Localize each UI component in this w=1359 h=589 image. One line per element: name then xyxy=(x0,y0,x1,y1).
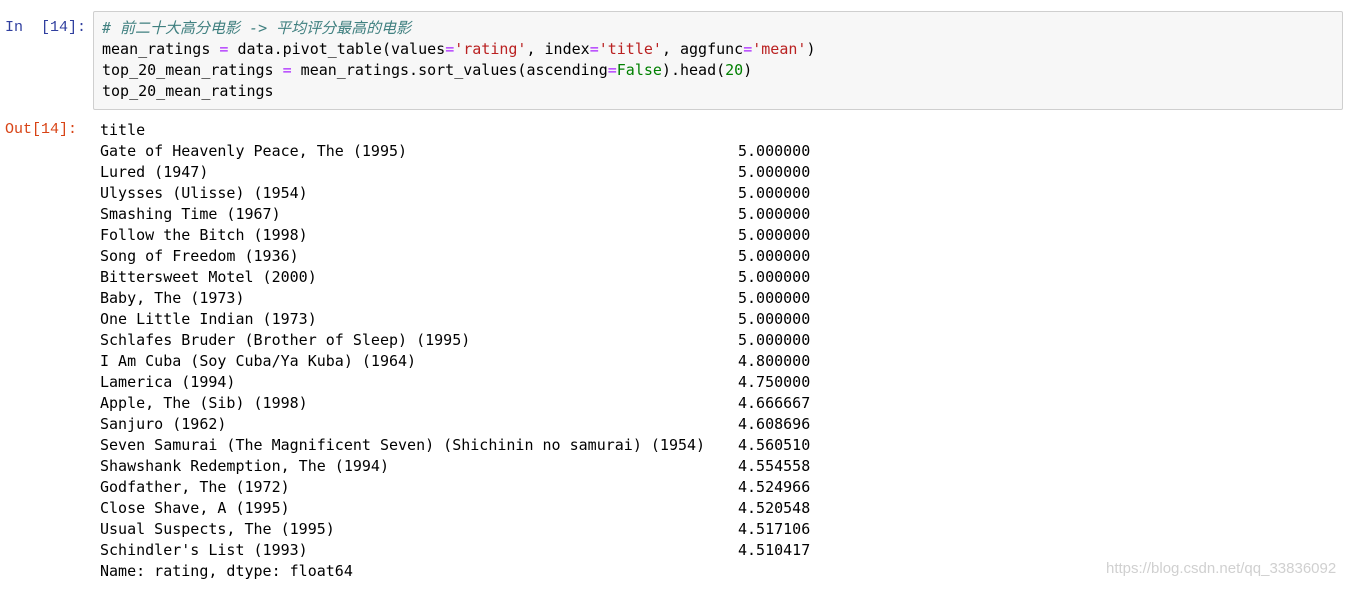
output-row: Baby, The (1973) 5.000000 xyxy=(100,288,810,309)
row-value: 5.000000 xyxy=(738,289,811,307)
output-row: Apple, The (Sib) (1998) 4.666667 xyxy=(100,393,810,414)
code-string: 'mean' xyxy=(752,40,807,58)
row-value: 5.000000 xyxy=(738,226,811,244)
row-value: 5.000000 xyxy=(738,163,811,181)
code-operator: = xyxy=(445,40,455,58)
output-row: Follow the Bitch (1998) 5.000000 xyxy=(100,225,810,246)
output-row: Lured (1947) 5.000000 xyxy=(100,162,810,183)
output-row: Close Shave, A (1995) 4.520548 xyxy=(100,498,810,519)
output-row: Sanjuro (1962) 4.608696 xyxy=(100,414,810,435)
code-number: 20 xyxy=(725,61,744,79)
output-row: Bittersweet Motel (2000) 5.000000 xyxy=(100,267,810,288)
code-token: ).head( xyxy=(661,61,726,79)
code-operator: = xyxy=(607,61,617,79)
output-footer: Name: rating, dtype: float64 xyxy=(100,562,353,580)
output-rows: Gate of Heavenly Peace, The (1995) 5.0000… xyxy=(100,141,810,561)
row-title: Usual Suspects, The (1995) xyxy=(100,520,335,538)
code-editor[interactable]: # 前二十大高分电影 -> 平均评分最高的电影 mean_ratings = da… xyxy=(102,18,815,102)
row-value: 4.520548 xyxy=(738,499,811,517)
row-title: I Am Cuba (Soy Cuba/Ya Kuba) (1964) xyxy=(100,352,417,370)
row-title: Follow the Bitch (1998) xyxy=(100,226,308,244)
output-row: Gate of Heavenly Peace, The (1995) 5.0000… xyxy=(100,141,810,162)
row-value: 4.524966 xyxy=(738,478,811,496)
output-header: title xyxy=(100,121,146,139)
row-title: Smashing Time (1967) xyxy=(100,205,281,223)
output-row: Smashing Time (1967) 5.000000 xyxy=(100,204,810,225)
row-title: Gate of Heavenly Peace, The (1995) xyxy=(100,142,408,160)
code-operator: = xyxy=(743,40,753,58)
row-value: 5.000000 xyxy=(738,310,811,328)
row-value: 5.000000 xyxy=(738,247,811,265)
row-title: Godfather, The (1972) xyxy=(100,478,290,496)
code-string: 'title' xyxy=(598,40,662,58)
out-prompt: Out[14]: xyxy=(5,121,78,138)
output-row: Schindler's List (1993) 4.510417 xyxy=(100,540,810,561)
row-title: Schlafes Bruder (Brother of Sleep) (1995… xyxy=(100,331,471,349)
code-operator: = xyxy=(282,61,292,79)
output-row: Shawshank Redemption, The (1994) 4.554558 xyxy=(100,456,810,477)
code-token: top_20_mean_ratings xyxy=(102,82,274,100)
row-value: 5.000000 xyxy=(738,331,811,349)
row-value: 4.517106 xyxy=(738,520,811,538)
row-value: 4.560510 xyxy=(738,436,811,454)
row-title: Sanjuro (1962) xyxy=(100,415,227,433)
row-value: 4.510417 xyxy=(738,541,811,559)
code-operator: = xyxy=(589,40,599,58)
row-title: Baby, The (1973) xyxy=(100,289,245,307)
row-value: 4.750000 xyxy=(738,373,811,391)
code-token: ) xyxy=(806,40,816,58)
output-row: Lamerica (1994) 4.750000 xyxy=(100,372,810,393)
code-comment: # 前二十大高分电影 -> 平均评分最高的电影 xyxy=(102,19,412,37)
code-token: mean_ratings.sort_values(ascending xyxy=(291,61,608,79)
in-prompt: In [14]: xyxy=(5,19,87,36)
output-row: One Little Indian (1973) 5.000000 xyxy=(100,309,810,330)
row-value: 5.000000 xyxy=(738,142,811,160)
row-value: 4.554558 xyxy=(738,457,811,475)
watermark: https://blog.csdn.net/qq_33836092 xyxy=(1106,560,1337,577)
row-title: Close Shave, A (1995) xyxy=(100,499,290,517)
output-row: I Am Cuba (Soy Cuba/Ya Kuba) (1964) 4.800… xyxy=(100,351,810,372)
output-row: Schlafes Bruder (Brother of Sleep) (1995… xyxy=(100,330,810,351)
output-row: Seven Samurai (The Magnificent Seven) (S… xyxy=(100,435,810,456)
code-input-area[interactable]: # 前二十大高分电影 -> 平均评分最高的电影 mean_ratings = da… xyxy=(93,11,1343,110)
code-token: , aggfunc xyxy=(661,40,744,58)
row-title: One Little Indian (1973) xyxy=(100,310,317,328)
row-title: Ulysses (Ulisse) (1954) xyxy=(100,184,308,202)
code-token: ) xyxy=(743,61,753,79)
row-title: Apple, The (Sib) (1998) xyxy=(100,394,308,412)
code-token: mean_ratings xyxy=(102,40,220,58)
code-line-sort: top_20_mean_ratings = mean_ratings.sort_… xyxy=(102,60,815,81)
row-value: 5.000000 xyxy=(738,205,811,223)
code-string: 'rating' xyxy=(454,40,527,58)
output-area: title Gate of Heavenly Peace, The (1995)… xyxy=(100,120,810,582)
row-title: Seven Samurai (The Magnificent Seven) (S… xyxy=(100,436,706,454)
row-value: 4.666667 xyxy=(738,394,811,412)
row-title: Song of Freedom (1936) xyxy=(100,247,299,265)
output-row: Godfather, The (1972) 4.524966 xyxy=(100,477,810,498)
row-value: 5.000000 xyxy=(738,268,811,286)
row-title: Lamerica (1994) xyxy=(100,373,236,391)
row-title: Bittersweet Motel (2000) xyxy=(100,268,317,286)
row-title: Schindler's List (1993) xyxy=(100,541,308,559)
row-title: Lured (1947) xyxy=(100,163,209,181)
code-token: data.pivot_table(values xyxy=(228,40,446,58)
row-value: 5.000000 xyxy=(738,184,811,202)
code-keyword: False xyxy=(616,61,662,79)
output-row: Song of Freedom (1936) 5.000000 xyxy=(100,246,810,267)
code-token: , index xyxy=(526,40,590,58)
code-line-output: top_20_mean_ratings xyxy=(102,81,815,102)
row-value: 4.800000 xyxy=(738,352,811,370)
output-row: Ulysses (Ulisse) (1954) 5.000000 xyxy=(100,183,810,204)
output-row: Usual Suspects, The (1995) 4.517106 xyxy=(100,519,810,540)
code-line-comment: # 前二十大高分电影 -> 平均评分最高的电影 xyxy=(102,18,815,39)
row-value: 4.608696 xyxy=(738,415,811,433)
code-line-pivot: mean_ratings = data.pivot_table(values='… xyxy=(102,39,815,60)
code-token: top_20_mean_ratings xyxy=(102,61,283,79)
row-title: Shawshank Redemption, The (1994) xyxy=(100,457,389,475)
